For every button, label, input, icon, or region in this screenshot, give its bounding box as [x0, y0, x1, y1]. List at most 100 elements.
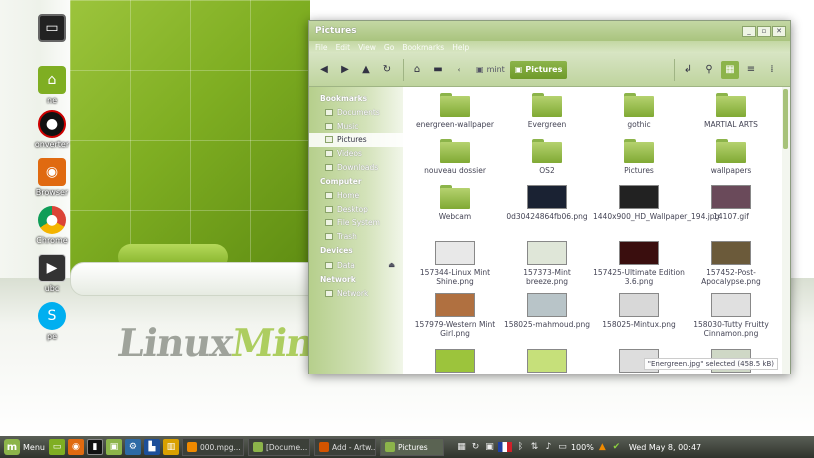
clipboard-icon[interactable]: ▣ — [484, 442, 495, 453]
breadcrumb-left-icon[interactable]: ‹ — [450, 61, 468, 79]
breadcrumb-mint[interactable]: ▣ mint — [471, 61, 510, 79]
file-item[interactable] — [409, 349, 501, 374]
desktop-icon-converter[interactable]: ● onverter — [7, 110, 97, 149]
folder-icon — [325, 150, 333, 158]
file-item[interactable] — [501, 349, 593, 374]
vertical-scrollbar[interactable] — [782, 87, 790, 374]
update-manager-icon[interactable]: ✔ — [611, 442, 622, 453]
breadcrumb-pictures[interactable]: ▣ Pictures — [509, 60, 568, 79]
file-item[interactable]: 158025-Mintux.png — [593, 293, 685, 329]
back-icon[interactable]: ◀ — [315, 61, 333, 79]
forward-icon[interactable]: ▶ — [336, 61, 354, 79]
sidebar-item-downloads[interactable]: Downloads — [309, 160, 403, 174]
sidebar-item-data[interactable]: Data ⏏ — [309, 258, 403, 272]
close-button[interactable]: ✕ — [772, 25, 786, 37]
menu-help[interactable]: Help — [452, 43, 469, 52]
sidebar-item-pictures[interactable]: Pictures — [309, 133, 403, 147]
scrollbar-thumb[interactable] — [783, 89, 788, 149]
sidebar-item-music[interactable]: Music — [309, 120, 403, 134]
wallpaper-logo: LinuxMint — [114, 320, 333, 365]
terminal-icon[interactable]: ▮ — [86, 439, 103, 455]
menu-button[interactable]: m Menu — [0, 439, 49, 455]
file-item[interactable]: wallpapers — [685, 139, 777, 175]
grid-icon[interactable]: ▦ — [456, 442, 467, 453]
menu-edit[interactable]: Edit — [336, 43, 351, 52]
file-item[interactable]: 158030-Tutty Fruitty Cinnamon.png — [685, 293, 777, 338]
network-icon[interactable]: ⇅ — [529, 442, 540, 453]
reload-icon[interactable]: ↻ — [378, 61, 396, 79]
show-desktop-icon[interactable]: ▭ — [48, 439, 65, 455]
file-item[interactable]: 157425-Ultimate Edition 3.6.png — [593, 241, 685, 286]
eject-icon[interactable]: ⏏ — [388, 261, 395, 269]
task-firefox[interactable]: Add - Artw... — [313, 438, 376, 456]
task-pictures[interactable]: Pictures — [379, 438, 444, 456]
icon-view-icon[interactable]: ▦ — [721, 60, 739, 79]
chart-launcher-icon[interactable]: ▥ — [162, 439, 179, 455]
file-item[interactable]: 158025-mahmoud.png — [501, 293, 593, 329]
file-item[interactable]: MARTIAL ARTS — [685, 93, 777, 129]
sidebar-item-home[interactable]: Home — [309, 189, 403, 203]
desktop-icon-youtube[interactable]: ▶ ubc — [7, 254, 97, 293]
list-view-icon[interactable]: ≡ — [742, 61, 760, 79]
vlc-tray-icon[interactable]: ▲ — [597, 442, 608, 453]
file-item[interactable]: 157979-Western Mint Girl.png — [409, 293, 501, 338]
sync-icon[interactable]: ↻ — [470, 442, 481, 453]
compact-view-icon[interactable]: ⁞ — [763, 61, 781, 79]
file-item[interactable]: Pictures — [593, 139, 685, 175]
sidebar-item-network[interactable]: Network — [309, 287, 403, 301]
battery-icon[interactable]: ▭ — [557, 442, 568, 453]
file-item[interactable]: 0d30424864fb06.png — [501, 185, 593, 221]
file-item[interactable]: Evergreen — [501, 93, 593, 129]
file-item[interactable]: 157344-Linux Mint Shine.png — [409, 241, 501, 286]
computer-icon[interactable]: ▬ — [429, 61, 447, 79]
desktop-icon-browser[interactable]: ◉ Browser — [7, 158, 97, 197]
wallpaper-wall-grid — [70, 0, 310, 280]
desktop-icon-skype[interactable]: S pe — [7, 302, 97, 341]
sidebar-item-documents[interactable]: Documents — [309, 106, 403, 120]
sidebar-item-file-system[interactable]: File System — [309, 216, 403, 230]
settings-launcher-icon[interactable]: ⚙ — [124, 439, 141, 455]
file-item[interactable]: Webcam — [409, 185, 501, 221]
desktop-icon-chrome[interactable]: ● Chrome — [7, 206, 97, 245]
file-view[interactable]: energreen-wallpaper Evergreen gothic MARTIA… — [403, 87, 784, 374]
browser-launcher-icon[interactable]: ◉ — [67, 439, 84, 455]
file-item[interactable]: 1440x900_HD_Wallpaper_194.jpg — [593, 185, 719, 221]
monitor-launcher-icon[interactable]: ▙ — [143, 439, 160, 455]
clock[interactable]: Wed May 8, 00:47 — [629, 443, 701, 452]
trash-icon — [325, 233, 333, 241]
menu-bookmarks[interactable]: Bookmarks — [402, 43, 444, 52]
toolbar: ◀ ▶ ▲ ↻ ⌂ ▬ ‹ ▣ mint ▣ Pictures ↲ ⚲ ▦ ≡ … — [309, 53, 790, 87]
menu-file[interactable]: File — [315, 43, 328, 52]
file-item[interactable]: 157373-Mint breeze.png — [501, 241, 593, 286]
up-icon[interactable]: ▲ — [357, 61, 375, 79]
task-vlc[interactable]: 000.mpg... — [181, 438, 244, 456]
menu-view[interactable]: View — [358, 43, 376, 52]
file-item[interactable]: OS2 — [501, 139, 593, 175]
sound-icon[interactable]: ♪ — [543, 442, 554, 453]
bluetooth-icon[interactable]: ᛒ — [515, 442, 526, 453]
minimize-button[interactable]: _ — [742, 25, 756, 37]
folder-icon — [440, 139, 470, 163]
files-launcher-icon[interactable]: ▣ — [105, 439, 122, 455]
search-icon[interactable]: ⚲ — [700, 61, 718, 79]
file-item[interactable]: 157452-Post-Apocalypse.png — [685, 241, 777, 286]
file-item[interactable]: nouveau dossier — [409, 139, 501, 175]
desktop-icon-home[interactable]: ⌂ ne — [7, 66, 97, 105]
sidebar-item-desktop[interactable]: Desktop — [309, 203, 403, 217]
home-icon[interactable]: ⌂ — [408, 61, 426, 79]
menu-go[interactable]: Go — [384, 43, 394, 52]
desktop-icon-computer[interactable]: ▭ — [7, 14, 97, 44]
keyboard-layout-flag-icon[interactable] — [497, 442, 512, 452]
maximize-button[interactable]: ▫ — [757, 25, 771, 37]
file-item[interactable]: 14107.gif — [685, 185, 777, 221]
sidebar-item-videos[interactable]: Videos — [309, 147, 403, 161]
task-documents[interactable]: [Docume... — [247, 438, 310, 456]
file-item[interactable]: energreen-wallpaper — [409, 93, 501, 129]
image-thumbnail — [711, 293, 751, 317]
sidebar-item-trash[interactable]: Trash — [309, 230, 403, 244]
file-manager-window[interactable]: Pictures _ ▫ ✕ File Edit View Go Bookmar… — [308, 20, 791, 374]
toggle-location-icon[interactable]: ↲ — [679, 61, 697, 79]
file-name: 157344-Linux Mint Shine.png — [419, 268, 491, 286]
file-item[interactable]: gothic — [593, 93, 685, 129]
window-titlebar[interactable]: Pictures _ ▫ ✕ — [309, 21, 790, 41]
